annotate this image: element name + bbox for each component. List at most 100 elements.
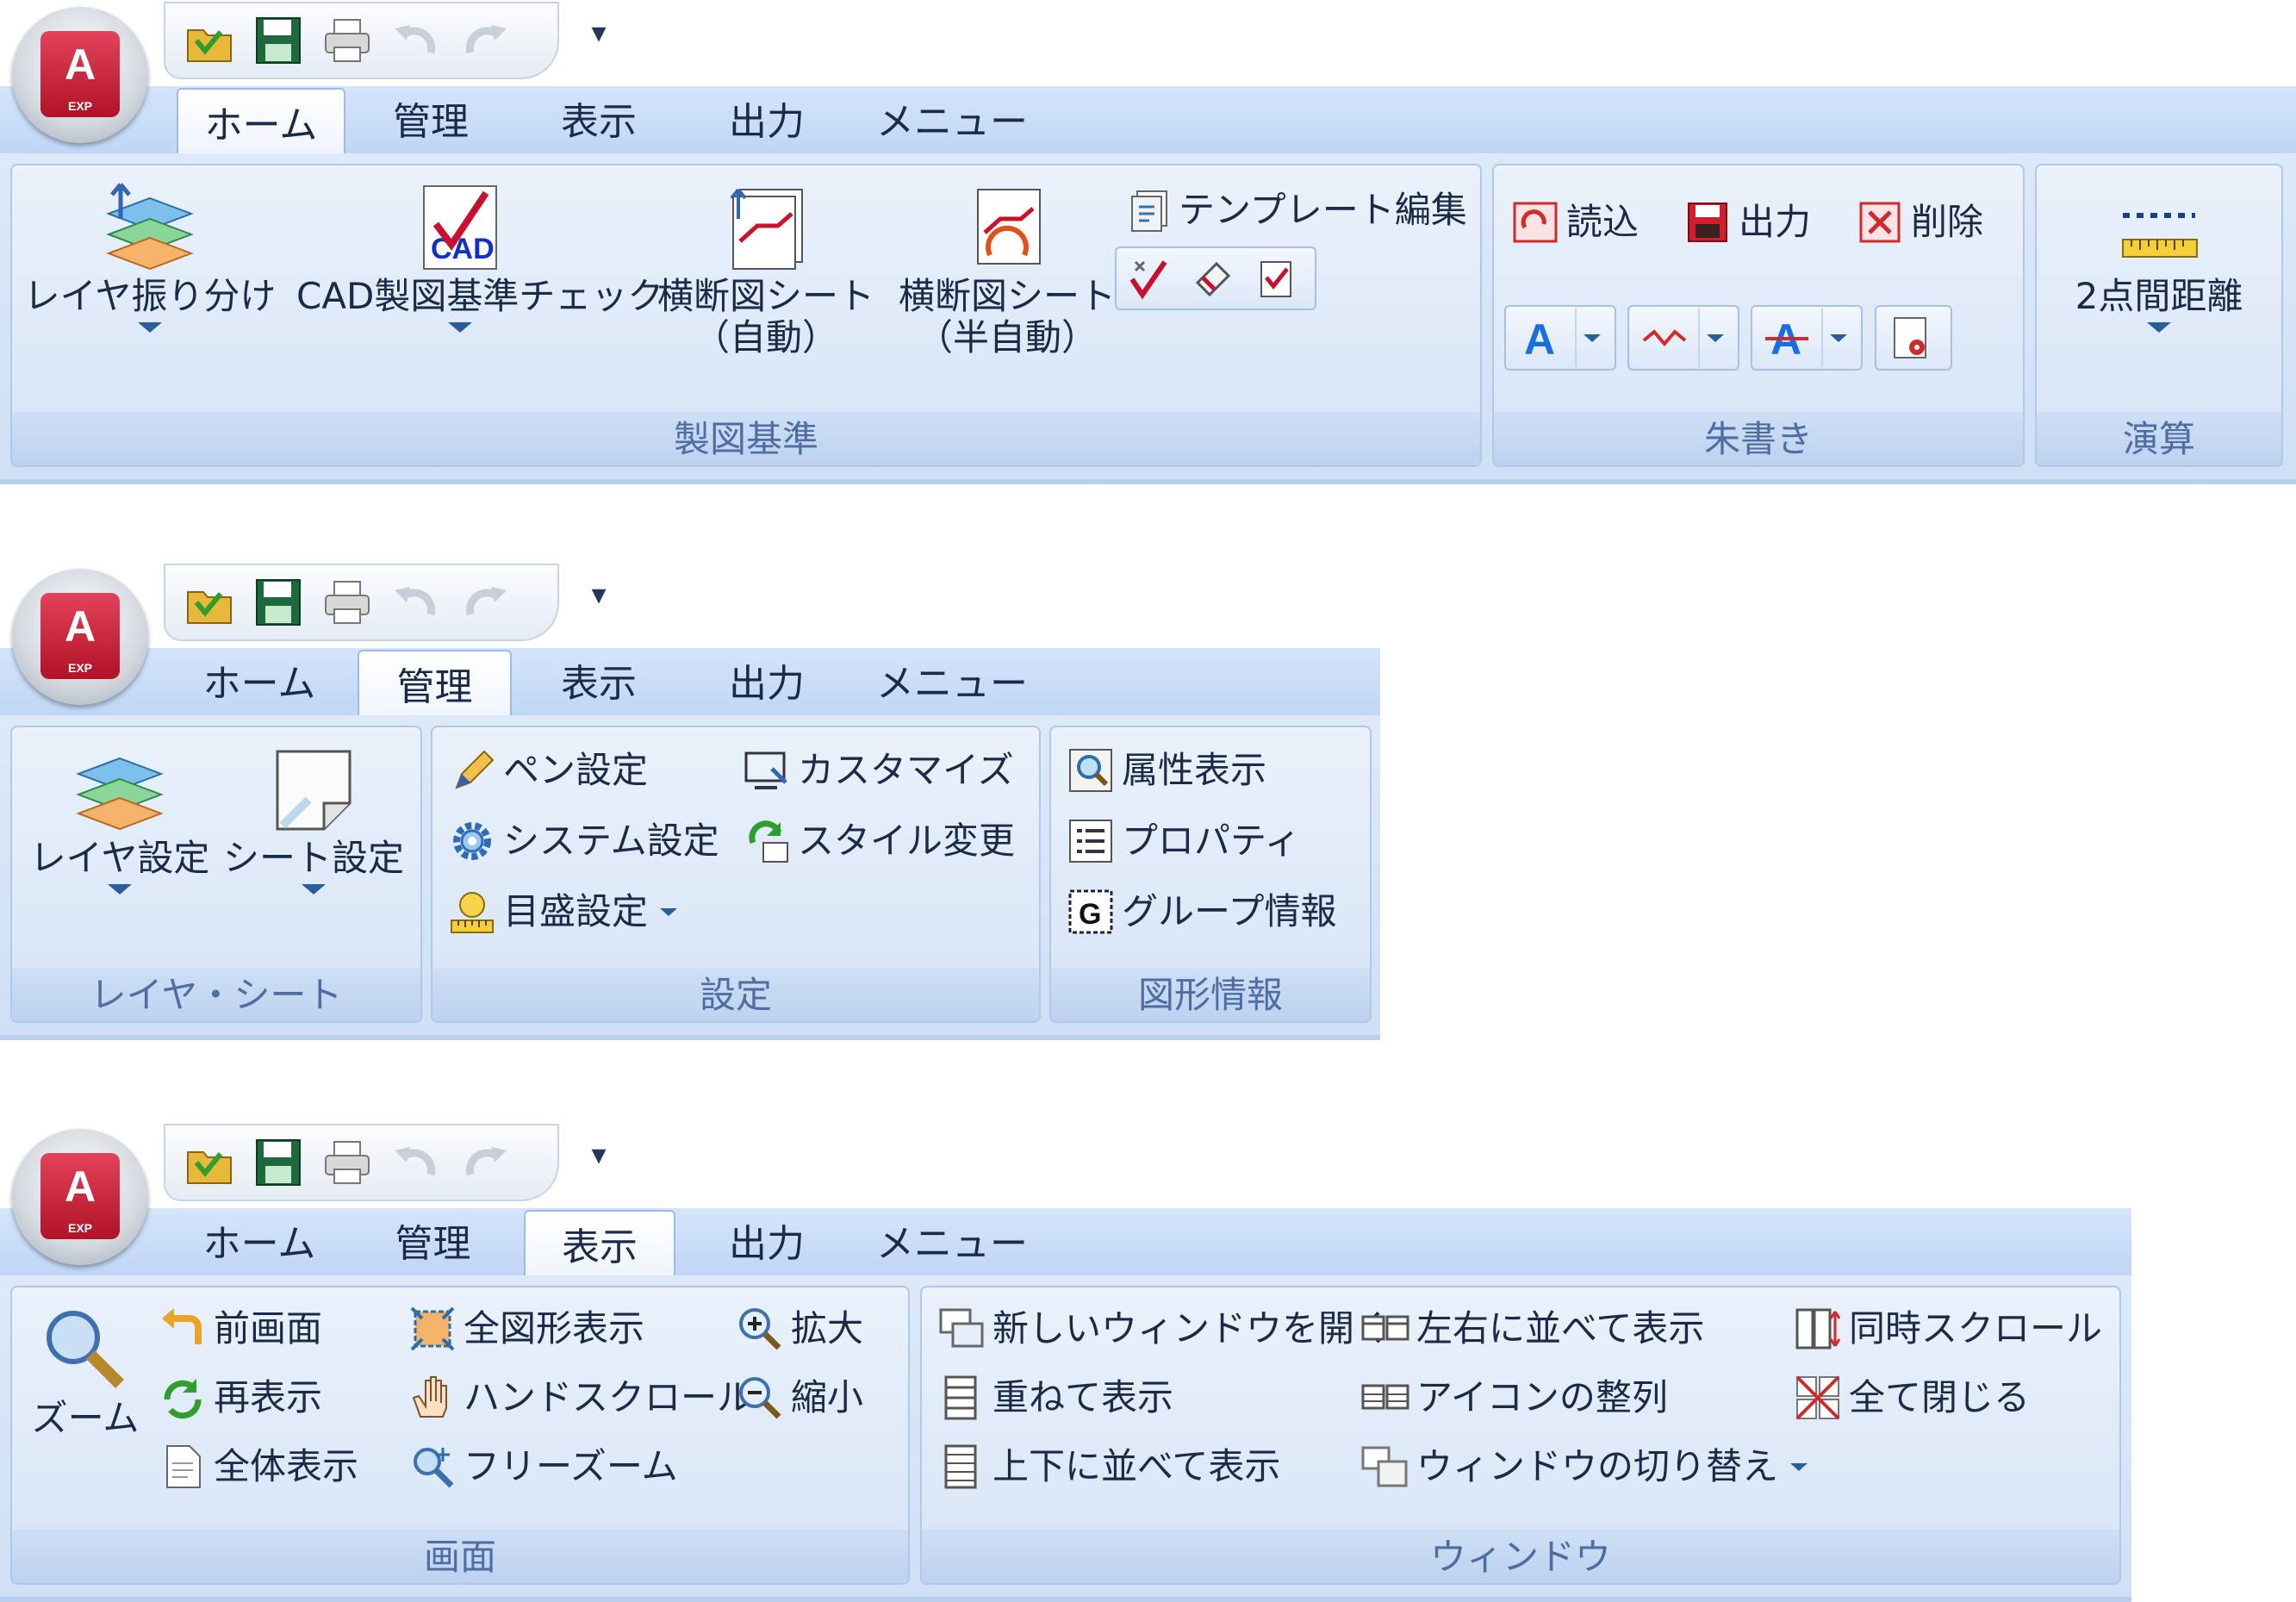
print-icon[interactable] xyxy=(320,1137,374,1188)
tab-output[interactable]: 出力 xyxy=(689,86,844,153)
load-file-icon xyxy=(1511,198,1559,246)
redo-icon[interactable] xyxy=(458,577,512,628)
new-window-icon xyxy=(937,1305,986,1353)
switch-window-button[interactable]: ウィンドウの切り替え xyxy=(1361,1436,1808,1498)
tab-strip: ホーム 管理 表示 出力 メニュー xyxy=(0,86,2296,157)
red-line-split-button[interactable] xyxy=(1627,305,1739,371)
hand-scroll-button[interactable]: ハンドスクロール xyxy=(408,1367,753,1429)
tile-horizontal-button[interactable]: 左右に並べて表示 xyxy=(1361,1298,1704,1360)
ribbon-body: レイヤ振り分け CAD CAD製図基準チェック 横断図シート （自動） 横断図シ… xyxy=(0,153,2296,484)
strike-text-split-button[interactable]: A xyxy=(1751,305,1863,371)
close-all-button[interactable]: 全て閉じる xyxy=(1794,1367,2030,1429)
arrange-icons-button[interactable]: アイコンの整列 xyxy=(1361,1367,1668,1429)
redraw-button[interactable]: 再表示 xyxy=(159,1367,322,1429)
chevron-down-icon xyxy=(448,322,472,333)
tab-home[interactable]: ホーム xyxy=(177,1208,342,1275)
all-shapes-button[interactable]: 全図形表示 xyxy=(408,1298,644,1360)
redline-settings-button[interactable] xyxy=(1875,305,1952,371)
arrange-icons-icon xyxy=(1361,1374,1409,1422)
cad-check-button[interactable]: CAD CAD製図基準チェック xyxy=(296,181,663,333)
chevron-down-icon xyxy=(1830,333,1847,342)
hand-icon xyxy=(408,1374,457,1422)
style-change-button[interactable]: スタイル変更 xyxy=(743,810,1015,872)
tab-view[interactable]: 表示 xyxy=(524,1210,675,1279)
tab-menu[interactable]: メニュー xyxy=(857,86,1047,153)
chevron-down-icon xyxy=(1584,333,1601,342)
tab-output[interactable]: 出力 xyxy=(689,648,844,715)
zoom-out-icon xyxy=(736,1374,784,1422)
zoom-in-icon xyxy=(736,1305,784,1353)
redline-load-button[interactable]: 読込 xyxy=(1511,191,1639,253)
tab-home[interactable]: ホーム xyxy=(177,648,342,715)
tab-menu[interactable]: メニュー xyxy=(857,648,1047,715)
previous-screen-button[interactable]: 前画面 xyxy=(159,1298,322,1360)
tab-view[interactable]: 表示 xyxy=(521,86,676,153)
quick-access-toolbar xyxy=(164,1124,559,1201)
cross-section-auto-button[interactable]: 横断図シート （自動） xyxy=(650,181,882,358)
undo-icon[interactable] xyxy=(389,15,443,66)
red-text-split-button[interactable]: A xyxy=(1504,305,1616,371)
application-button[interactable]: A EXP xyxy=(12,1129,148,1265)
template-edit-button[interactable]: テンプレート編集 xyxy=(1123,179,1467,241)
open-folder-icon[interactable] xyxy=(183,577,236,628)
properties-button[interactable]: プロパティ xyxy=(1067,810,1300,872)
layer-stack-icon xyxy=(72,743,168,838)
open-folder-icon[interactable] xyxy=(183,15,236,66)
application-button[interactable]: A EXP xyxy=(12,569,148,705)
cross-section-sheet-icon xyxy=(718,181,814,276)
group-info-button[interactable]: G グループ情報 xyxy=(1067,881,1336,943)
tab-view[interactable]: 表示 xyxy=(521,648,676,715)
tab-output[interactable]: 出力 xyxy=(689,1208,844,1275)
whole-view-button[interactable]: 全体表示 xyxy=(159,1436,358,1498)
customize-qat-icon[interactable]: ▾ xyxy=(586,577,612,612)
layer-sort-button[interactable]: レイヤ振り分け xyxy=(21,181,279,333)
check-mark-icon[interactable] xyxy=(1117,250,1180,307)
property-list-icon xyxy=(1067,817,1115,865)
chevron-down-icon xyxy=(108,884,132,895)
chevron-down-icon xyxy=(1790,1462,1808,1471)
save-icon[interactable] xyxy=(252,15,305,66)
page-icon xyxy=(159,1443,207,1491)
undo-icon[interactable] xyxy=(389,577,443,628)
checklist-icon[interactable] xyxy=(1244,250,1308,307)
attribute-display-button[interactable]: 属性表示 xyxy=(1067,739,1266,801)
scale-settings-button[interactable]: 目盛設定 xyxy=(448,881,678,943)
zoom-out-button[interactable]: 縮小 xyxy=(736,1367,863,1429)
print-icon[interactable] xyxy=(320,15,374,66)
cascade-button[interactable]: 重ねて表示 xyxy=(937,1367,1173,1429)
print-icon[interactable] xyxy=(320,577,374,628)
system-settings-button[interactable]: システム設定 xyxy=(448,810,719,872)
redline-delete-button[interactable]: 削除 xyxy=(1856,191,1983,253)
eraser-icon[interactable] xyxy=(1180,250,1244,307)
save-icon[interactable] xyxy=(252,1137,305,1188)
tile-vertical-button[interactable]: 上下に並べて表示 xyxy=(937,1436,1280,1498)
undo-icon[interactable] xyxy=(389,1137,443,1188)
layer-stack-arrow-icon xyxy=(102,181,198,276)
cross-section-semi-auto-button[interactable]: 横断図シート （半自動） xyxy=(891,181,1123,358)
zoom-in-button[interactable]: 拡大 xyxy=(736,1298,863,1360)
customize-button[interactable]: カスタマイズ xyxy=(743,739,1014,801)
pen-settings-button[interactable]: ペン設定 xyxy=(448,739,648,801)
free-zoom-button[interactable]: フリーズーム xyxy=(408,1436,678,1498)
tab-home[interactable]: ホーム xyxy=(177,88,345,157)
new-window-button[interactable]: 新しいウィンドウを開く xyxy=(937,1298,1391,1360)
tab-menu[interactable]: メニュー xyxy=(857,1208,1047,1275)
open-folder-icon[interactable] xyxy=(183,1137,236,1188)
redo-icon[interactable] xyxy=(458,15,512,66)
tab-manage[interactable]: 管理 xyxy=(358,650,512,719)
zoom-button[interactable]: ズーム xyxy=(21,1303,150,1439)
group-g-icon: G xyxy=(1067,888,1115,936)
redline-output-button[interactable]: 出力 xyxy=(1683,191,1811,253)
customize-qat-icon[interactable]: ▾ xyxy=(586,16,612,50)
redo-icon[interactable] xyxy=(458,1137,512,1188)
tab-manage[interactable]: 管理 xyxy=(353,86,508,153)
sheet-settings-button[interactable]: シート設定 xyxy=(219,743,408,895)
layer-settings-button[interactable]: レイヤ設定 xyxy=(21,743,219,895)
application-button[interactable]: A EXP xyxy=(12,7,148,143)
app-logo-icon: A EXP xyxy=(40,31,120,117)
customize-qat-icon[interactable]: ▾ xyxy=(586,1138,612,1172)
save-icon[interactable] xyxy=(252,577,305,628)
tab-manage[interactable]: 管理 xyxy=(358,1208,508,1275)
sync-scroll-button[interactable]: 同時スクロール xyxy=(1794,1298,2102,1360)
two-point-distance-button[interactable]: 2点間距離 xyxy=(2037,181,2281,333)
